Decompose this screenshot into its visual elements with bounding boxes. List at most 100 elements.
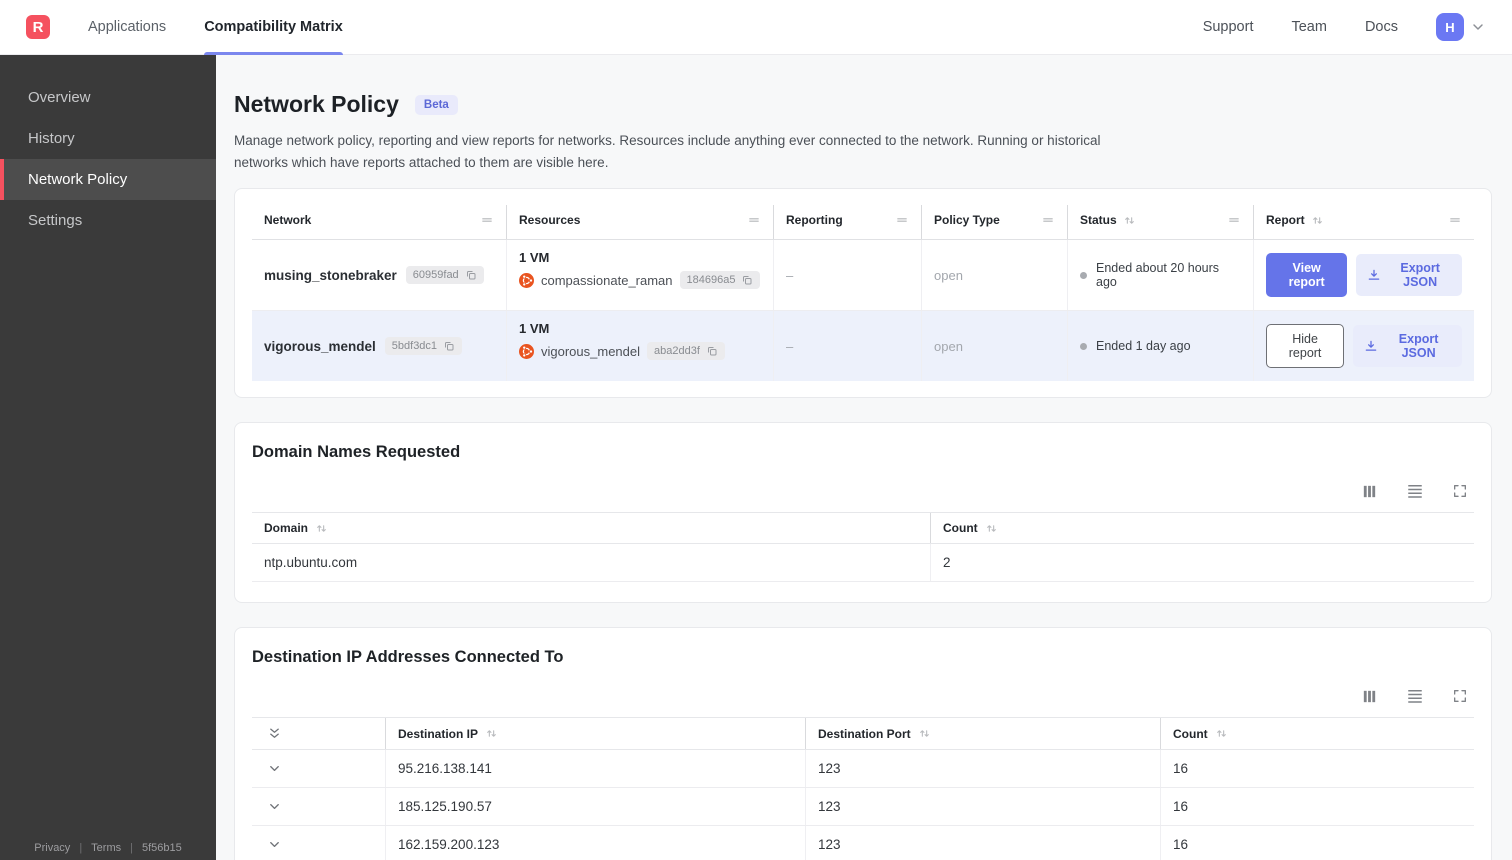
- chevron-down-icon[interactable]: [1470, 19, 1486, 35]
- view-report-button[interactable]: View report: [1266, 253, 1348, 298]
- resources-cell: 1 VM vigorous_mendel aba2dd3f: [506, 311, 773, 382]
- rows-density-icon[interactable]: [1406, 687, 1424, 705]
- resource-summary: 1 VM: [519, 250, 550, 266]
- destination-port-cell: 123: [805, 788, 1160, 826]
- sidebar-item-settings-label: Settings: [28, 212, 83, 229]
- sidebar-item-settings[interactable]: Settings: [0, 200, 216, 241]
- expand-all-header-cell: [252, 718, 385, 749]
- sidebar-item-network-policy[interactable]: Network Policy: [0, 159, 216, 200]
- footer-divider: |: [79, 842, 83, 854]
- table-toolbar: [252, 482, 1468, 500]
- status-cell: Ended about 20 hours ago: [1067, 240, 1253, 311]
- destination-card-title: Destination IP Addresses Connected To: [252, 648, 564, 667]
- column-resize-handle-icon[interactable]: [1041, 213, 1055, 227]
- status-cell: Ended 1 day ago: [1067, 311, 1253, 382]
- column-header-count-label: Count: [1173, 726, 1208, 741]
- column-resize-handle-icon[interactable]: [747, 213, 761, 227]
- ubuntu-icon: [519, 343, 534, 359]
- column-header-count: Count: [1160, 718, 1474, 750]
- sort-icon[interactable]: [918, 727, 931, 740]
- columns-icon[interactable]: [1361, 688, 1378, 705]
- network-row-musing-stonebraker[interactable]: musing_stonebraker 60959fad 1 VM compass…: [252, 240, 1474, 311]
- sort-icon[interactable]: [485, 727, 498, 740]
- column-header-domain-label: Domain: [264, 521, 309, 536]
- column-header-destination-ip: Destination IP: [385, 718, 805, 750]
- network-id-badge: 5bdf3dc1: [384, 337, 463, 356]
- export-json-label: Export JSON: [1400, 261, 1440, 290]
- sidebar-item-history[interactable]: History: [0, 118, 216, 159]
- sidebar-item-history-label: History: [28, 130, 75, 147]
- copy-icon[interactable]: [706, 345, 718, 357]
- copy-icon[interactable]: [465, 269, 477, 281]
- domain-row[interactable]: ntp.ubuntu.com 2: [252, 544, 1474, 583]
- nav-link-docs[interactable]: Docs: [1365, 19, 1398, 35]
- export-json-button[interactable]: Export JSON: [1353, 325, 1462, 368]
- column-header-reporting: Reporting: [773, 205, 921, 240]
- destination-ips-card: Destination IP Addresses Connected To De…: [234, 627, 1492, 860]
- fullscreen-icon[interactable]: [1452, 688, 1468, 704]
- sort-icon[interactable]: [1123, 214, 1136, 227]
- fullscreen-icon[interactable]: [1452, 483, 1468, 499]
- terms-link[interactable]: Terms: [91, 842, 121, 854]
- row-expand-chevron-icon[interactable]: [264, 837, 282, 852]
- column-resize-handle-icon[interactable]: [1227, 213, 1241, 227]
- count-cell: 16: [1160, 826, 1474, 860]
- domain-names-card: Domain Names Requested Domain Count ntp.…: [234, 422, 1492, 604]
- resource-id-badge: aba2dd3f: [647, 342, 725, 361]
- columns-icon[interactable]: [1361, 483, 1378, 500]
- status-text: Ended 1 day ago: [1096, 339, 1191, 354]
- column-header-reporting-label: Reporting: [786, 213, 843, 228]
- sort-icon[interactable]: [1215, 727, 1228, 740]
- destination-row[interactable]: 95.216.138.141 123 16: [252, 750, 1474, 789]
- sort-icon[interactable]: [315, 522, 328, 535]
- export-json-button[interactable]: Export JSON: [1356, 254, 1462, 297]
- column-resize-handle-icon[interactable]: [895, 213, 909, 227]
- destination-row[interactable]: 162.159.200.123 123 16: [252, 826, 1474, 860]
- status-dot: [1080, 271, 1087, 279]
- avatar[interactable]: H: [1436, 13, 1464, 41]
- column-resize-handle-icon[interactable]: [1448, 213, 1462, 227]
- tab-compatibility-matrix[interactable]: Compatibility Matrix: [204, 0, 343, 55]
- copy-icon[interactable]: [443, 340, 455, 352]
- row-expand-chevron-icon[interactable]: [264, 761, 282, 776]
- policy-type-cell: open: [921, 311, 1067, 382]
- reporting-cell: –: [773, 240, 921, 311]
- user-menu[interactable]: H: [1436, 13, 1486, 41]
- resource-id: 184696a5: [686, 274, 736, 287]
- expander-cell: [252, 750, 385, 787]
- top-nav: R Applications Compatibility Matrix Supp…: [0, 0, 1512, 55]
- download-icon: [1364, 339, 1378, 353]
- destination-ip-cell: 95.216.138.141: [385, 750, 805, 788]
- tab-applications[interactable]: Applications: [88, 0, 166, 55]
- network-name-cell: musing_stonebraker 60959fad: [252, 240, 506, 310]
- count-cell: 2: [930, 544, 1474, 582]
- network-id-badge: 60959fad: [405, 266, 484, 285]
- column-header-resources: Resources: [506, 205, 773, 240]
- row-expand-chevron-icon[interactable]: [264, 799, 282, 814]
- copy-icon[interactable]: [741, 274, 753, 286]
- privacy-link[interactable]: Privacy: [34, 842, 70, 854]
- brand-logo[interactable]: R: [26, 15, 50, 39]
- resources-cell: 1 VM compassionate_raman 184696a5: [506, 240, 773, 311]
- reporting-cell: –: [773, 311, 921, 382]
- nav-link-team[interactable]: Team: [1291, 19, 1326, 35]
- sidebar-item-overview[interactable]: Overview: [0, 77, 216, 118]
- rows-density-icon[interactable]: [1406, 482, 1424, 500]
- network-name: musing_stonebraker: [264, 267, 397, 283]
- destination-row[interactable]: 185.125.190.57 123 16: [252, 788, 1474, 827]
- column-header-count-label: Count: [943, 521, 978, 536]
- ubuntu-icon: [519, 272, 534, 288]
- expand-all-icon[interactable]: [264, 726, 282, 741]
- column-header-network: Network: [252, 205, 506, 239]
- count-cell: 16: [1160, 750, 1474, 788]
- hide-report-button[interactable]: Hide report: [1266, 324, 1345, 369]
- resource-summary: 1 VM: [519, 321, 550, 337]
- column-header-report: Report: [1253, 205, 1474, 240]
- network-row-vigorous-mendel[interactable]: vigorous_mendel 5bdf3dc1 1 VM vigorous_m…: [252, 310, 1474, 382]
- sort-icon[interactable]: [985, 522, 998, 535]
- column-resize-handle-icon[interactable]: [480, 213, 494, 227]
- sort-icon[interactable]: [1311, 214, 1324, 227]
- nav-link-support[interactable]: Support: [1203, 19, 1254, 35]
- networks-table-header: Network Resources Reporting Policy Type …: [252, 205, 1474, 241]
- policy-type-cell: open: [921, 240, 1067, 311]
